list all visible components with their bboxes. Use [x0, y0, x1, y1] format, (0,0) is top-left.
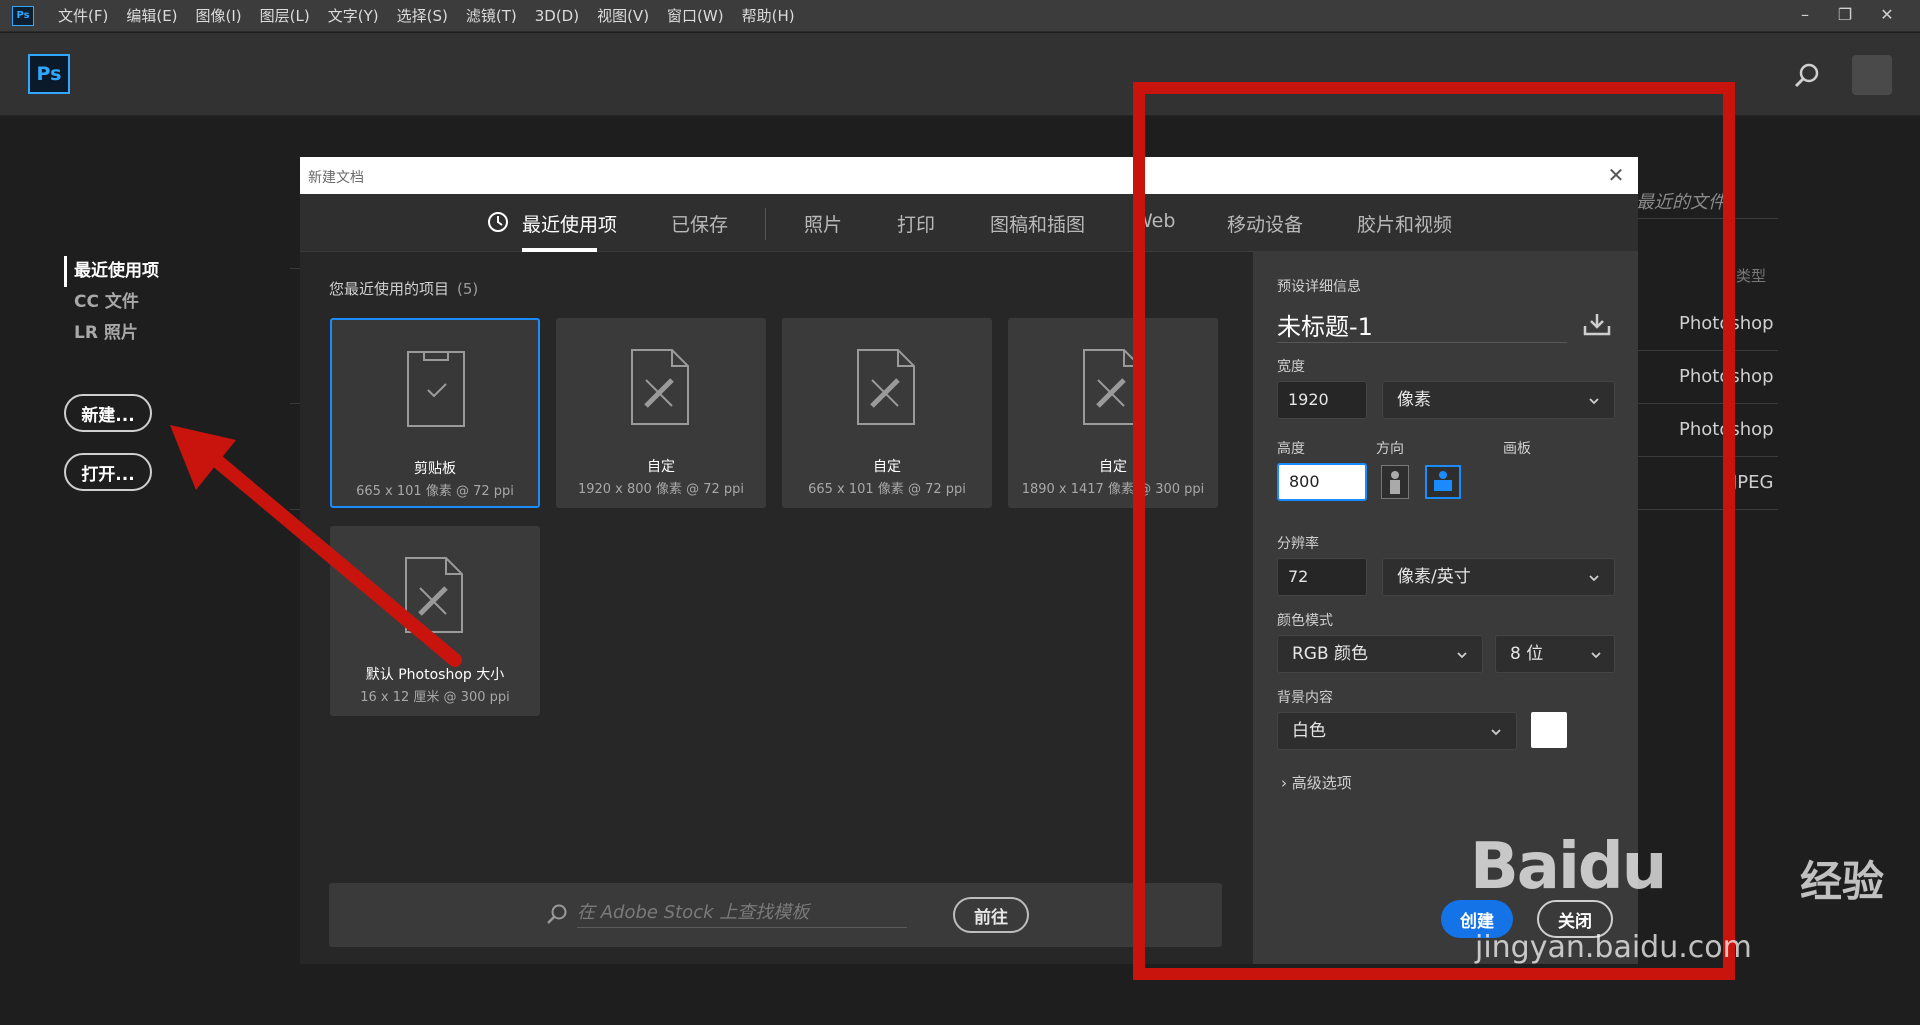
photoshop-home-logo[interactable]: Ps: [28, 54, 70, 94]
tab-print[interactable]: 打印: [897, 210, 935, 237]
preset-card-custom[interactable]: 自定 1920 x 800 像素 @ 72 ppi: [556, 318, 766, 508]
type-column-header: 类型: [1736, 267, 1767, 285]
tab-recent[interactable]: 最近使用项: [522, 210, 617, 237]
adobe-stock-search-bar: 在 Adobe Stock 上查找模板 前往: [329, 883, 1222, 947]
menu-help[interactable]: 帮助(H): [742, 5, 795, 26]
home-nav-lr-photos[interactable]: LR 照片: [64, 318, 159, 349]
tab-saved[interactable]: 已保存: [671, 210, 728, 237]
menu-image[interactable]: 图像(I): [196, 5, 242, 26]
divider: [290, 403, 300, 404]
menu-bar: Ps 文件(F) 编辑(E) 图像(I) 图层(L) 文字(Y) 选择(S) 滤…: [0, 0, 1920, 32]
preset-card-name: 剪贴板: [414, 461, 456, 477]
window-close-icon[interactable]: ✕: [1867, 0, 1907, 28]
open-button[interactable]: 打开...: [64, 453, 152, 491]
menu-window[interactable]: 窗口(W): [667, 5, 724, 26]
home-nav-cc-files[interactable]: CC 文件: [64, 287, 159, 318]
document-ruler-pencil-icon: [857, 349, 915, 425]
tab-photo[interactable]: 照片: [804, 210, 842, 237]
menu-3d[interactable]: 3D(D): [535, 7, 579, 25]
preset-card-name: 自定: [647, 459, 675, 475]
restore-icon[interactable]: ❐: [1825, 0, 1865, 28]
stock-search-input[interactable]: 在 Adobe Stock 上查找模板: [577, 900, 907, 928]
menu-file[interactable]: 文件(F): [58, 5, 108, 26]
active-tab-indicator: [522, 248, 597, 252]
go-button[interactable]: 前往: [953, 897, 1029, 933]
menu-select[interactable]: 选择(S): [397, 5, 448, 26]
preset-card-name: 默认 Photoshop 大小: [365, 667, 505, 683]
avatar[interactable]: [1852, 55, 1892, 95]
recent-file-type: JPEG: [1732, 472, 1774, 493]
watermark-url: jingyan.baidu.com: [1475, 930, 1752, 965]
preset-card-size: 16 x 12 厘米 @ 300 ppi: [360, 690, 510, 705]
home-nav-recent[interactable]: 最近使用项: [64, 256, 159, 287]
dialog-title: 新建文档: [308, 170, 364, 186]
photoshop-logo-icon: Ps: [12, 5, 34, 26]
document-ruler-pencil-icon: [631, 349, 689, 425]
recent-items-label: 您最近使用的项目 (5): [329, 278, 478, 299]
home-nav: 最近使用项 CC 文件 LR 照片: [64, 256, 159, 349]
preset-card-custom[interactable]: 自定 665 x 101 像素 @ 72 ppi: [782, 318, 992, 508]
recent-items-title: 您最近使用的项目: [329, 280, 450, 298]
preset-card-size: 1920 x 800 像素 @ 72 ppi: [577, 482, 745, 497]
search-icon: [547, 904, 567, 924]
watermark-brand: Baidu: [1470, 830, 1667, 904]
menu-type[interactable]: 文字(Y): [328, 5, 379, 26]
menu-edit[interactable]: 编辑(E): [126, 5, 177, 26]
preset-card-default-photoshop[interactable]: 默认 Photoshop 大小 16 x 12 厘米 @ 300 ppi: [330, 526, 540, 716]
preset-card-size: 665 x 101 像素 @ 72 ppi: [356, 484, 514, 499]
menu-filter[interactable]: 滤镜(T): [466, 5, 517, 26]
search-icon[interactable]: [1792, 61, 1822, 91]
tab-separator: [765, 208, 766, 240]
minimize-icon[interactable]: –: [1785, 0, 1825, 28]
new-button[interactable]: 新建...: [64, 394, 152, 432]
preset-card-clipboard[interactable]: 剪贴板 665 x 101 像素 @ 72 ppi: [330, 318, 540, 508]
clock-icon: [488, 212, 508, 232]
document-ruler-pencil-icon: [405, 557, 463, 633]
menu-layer[interactable]: 图层(L): [260, 5, 310, 26]
preset-card-size: 665 x 101 像素 @ 72 ppi: [808, 482, 966, 497]
preset-card-name: 自定: [873, 459, 901, 475]
divider: [290, 268, 300, 269]
watermark-brand-cn: 经验: [1800, 857, 1885, 906]
divider: [290, 509, 300, 510]
tab-art-illustration[interactable]: 图稿和插图: [990, 210, 1085, 237]
recent-items-count: (5): [457, 280, 479, 298]
clipboard-icon: [407, 351, 465, 427]
menu-view[interactable]: 视图(V): [597, 5, 649, 26]
